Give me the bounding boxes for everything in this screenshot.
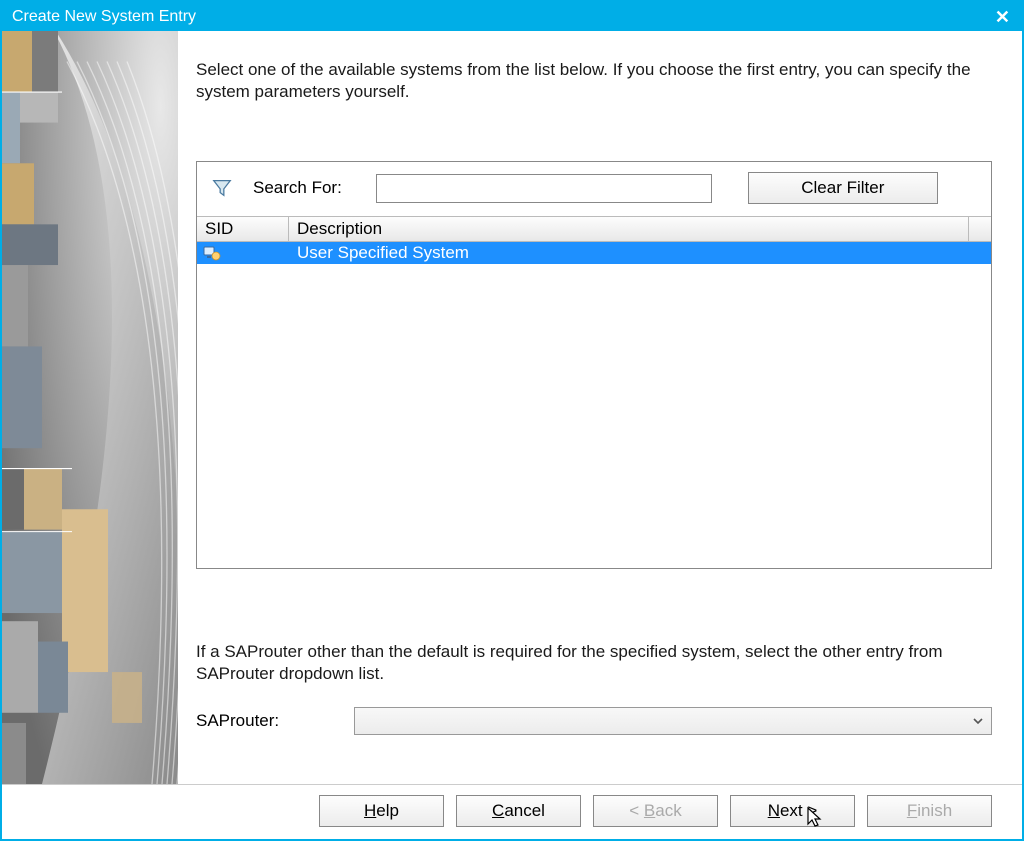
back-button: < Back	[593, 795, 718, 827]
cancel-label-rest: ancel	[504, 801, 545, 820]
saprouter-dropdown[interactable]	[354, 707, 992, 735]
dialog-window: Create New System Entry ✕	[0, 0, 1024, 841]
title-bar: Create New System Entry ✕	[2, 2, 1022, 31]
instruction-text: Select one of the available systems from…	[196, 59, 992, 103]
search-input[interactable]	[376, 174, 712, 203]
table-row[interactable]: User Specified System	[197, 242, 991, 264]
finish-button: Finish	[867, 795, 992, 827]
chevron-down-icon	[971, 714, 985, 728]
wizard-button-bar: Help Cancel < Back Next > Finish	[2, 784, 1022, 839]
table-body[interactable]: User Specified System	[197, 242, 991, 568]
next-label-rest: ext >	[780, 801, 817, 820]
saprouter-label: SAProuter:	[196, 711, 354, 731]
cell-sid	[197, 244, 289, 262]
cancel-button[interactable]: Cancel	[456, 795, 581, 827]
finish-label-rest: inish	[917, 801, 952, 820]
saprouter-note: If a SAProuter other than the default is…	[196, 641, 992, 685]
column-header-sid[interactable]: SID	[197, 217, 289, 241]
system-icon	[203, 244, 221, 262]
help-button[interactable]: Help	[319, 795, 444, 827]
system-list-panel: Search For: Clear Filter SID Description	[196, 161, 992, 569]
dialog-body: Select one of the available systems from…	[2, 31, 1022, 784]
back-lt: <	[629, 801, 644, 820]
back-label-rest: ack	[655, 801, 681, 820]
help-label-rest: elp	[376, 801, 399, 820]
search-label: Search For:	[253, 178, 342, 198]
window-title: Create New System Entry	[12, 8, 196, 26]
close-icon[interactable]: ✕	[995, 8, 1010, 26]
column-header-spacer	[969, 217, 991, 241]
filter-icon	[211, 177, 233, 199]
table-header: SID Description	[197, 216, 991, 242]
wizard-main: Select one of the available systems from…	[178, 31, 1022, 784]
saprouter-row: SAProuter:	[196, 707, 992, 735]
wizard-sidebar-image	[2, 31, 178, 784]
column-header-description[interactable]: Description	[289, 217, 969, 241]
cell-description: User Specified System	[289, 243, 991, 263]
clear-filter-button[interactable]: Clear Filter	[748, 172, 938, 204]
filter-bar: Search For: Clear Filter	[197, 162, 991, 216]
next-button[interactable]: Next >	[730, 795, 855, 827]
